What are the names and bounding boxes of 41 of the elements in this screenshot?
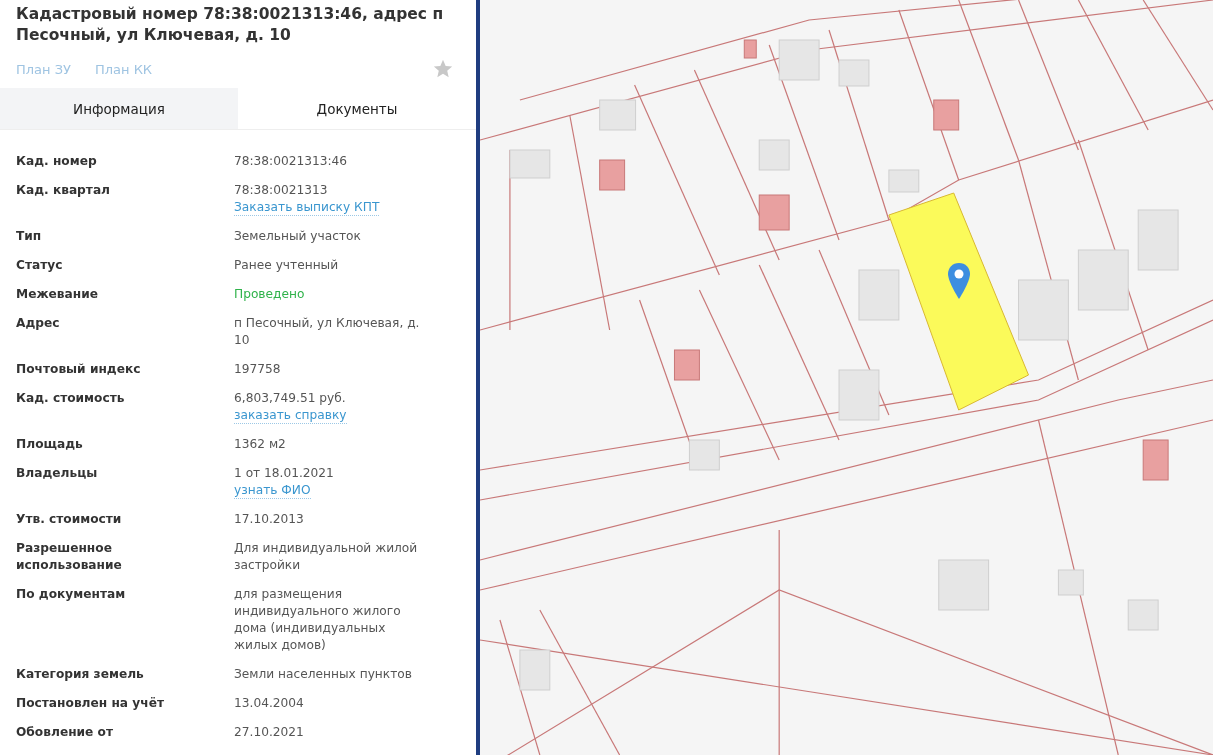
star-icon[interactable] [432, 58, 454, 80]
order-link[interactable]: Заказать выписку КПТ [234, 199, 380, 216]
field-value: 13.04.2004 [234, 695, 304, 712]
map-pin-icon[interactable] [947, 263, 971, 299]
field-label: Кад. квартал [16, 182, 112, 199]
order-link[interactable]: заказать справку [234, 407, 347, 424]
field-label: Постановлен на учёт [16, 695, 165, 712]
field-label: Статус [16, 257, 64, 274]
field-value: 17.10.2013 [234, 511, 304, 528]
field-value: 1362 м2 [234, 436, 286, 453]
parcel-title: Кадастровый номер 78:38:0021313:46, адрес п Песочный, ул Ключевая, д. 10 [16, 4, 445, 46]
field-label: По документам [16, 586, 127, 603]
field-label: Утв. стоимости [16, 511, 123, 528]
field-label: Кад. стоимость [16, 390, 126, 407]
field-label: Разрешенное использование [16, 540, 123, 574]
field-value: для размещения индивидуального жилого дома (индивидуальных жилых домов) [234, 586, 402, 654]
field-label: Межевание [16, 286, 99, 303]
field-value: 6,803,749.51 руб. [234, 390, 346, 407]
field-label: Категория земель [16, 666, 145, 683]
field-label: Почтовый индекс [16, 361, 142, 378]
field-label: Тип [16, 228, 43, 245]
field-value: 197758 [234, 361, 281, 378]
field-value: 1 от 18.01.2021 [234, 465, 334, 482]
field-value: п Песочный, ул Ключевая, д. 10 [234, 315, 421, 349]
field-value: Проведено [234, 286, 305, 303]
plan-link[interactable]: План ЗУ [16, 61, 71, 77]
field-label: Адрес [16, 315, 61, 332]
field-value: 78:38:0021313:46 [234, 153, 348, 170]
field-value: 78:38:0021313 [234, 182, 328, 199]
field-value: Для индивидуальной жилой застройки [234, 540, 419, 574]
field-value: Земли населенных пунктов [234, 666, 412, 683]
order-link[interactable]: узнать ФИО [234, 482, 311, 499]
field-value: 27.10.2021 [234, 724, 304, 741]
field-label: Площадь [16, 436, 84, 453]
tab[interactable]: Информация [0, 88, 238, 129]
field-value: Земельный участок [234, 228, 361, 245]
field-label: Обовление от [16, 724, 115, 741]
field-label: Владельцы [16, 465, 99, 482]
field-value: Ранее учтенный [234, 257, 339, 274]
field-label: Кад. номер [16, 153, 98, 170]
plan-link[interactable]: План КК [94, 61, 153, 77]
